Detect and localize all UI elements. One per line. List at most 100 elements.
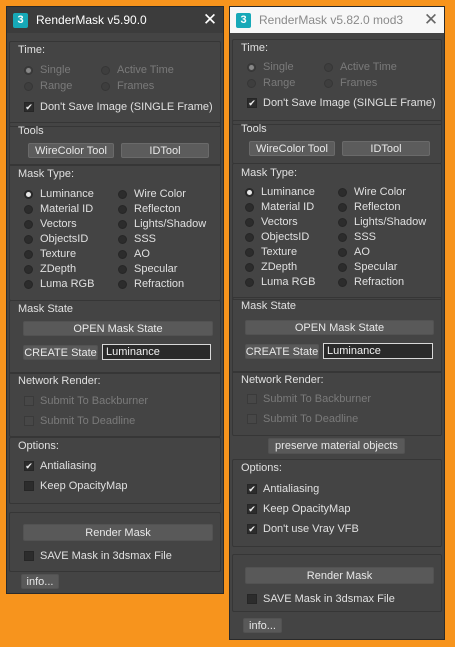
options-group: Options: ✔ Antialiasing Keep OpacityMap — [9, 437, 221, 504]
submit-deadline-checkbox[interactable]: Submit To Deadline — [24, 415, 135, 427]
open-mask-state-button[interactable]: OPEN Mask State — [23, 321, 213, 336]
mask-type-radio[interactable]: SSS — [118, 233, 156, 245]
time-frames-label: Frames — [117, 80, 155, 92]
radio-icon — [118, 189, 127, 199]
mask-type-radio[interactable]: ObjectsID — [24, 233, 88, 245]
close-icon[interactable]: ✕ — [197, 7, 223, 33]
mask-type-radio[interactable]: Luma RGB — [245, 276, 315, 288]
mask-type-radio[interactable]: Luminance — [24, 188, 94, 200]
radio-icon — [245, 202, 254, 212]
check-icon: ✔ — [247, 523, 257, 534]
time-frames-radio[interactable]: Frames — [324, 77, 377, 89]
mask-type-radio[interactable]: AO — [118, 248, 150, 260]
time-range-label: Range — [263, 77, 296, 89]
dont-save-image-checkbox[interactable]: ✔ Don't Save Image (SINGLE Frame) — [247, 97, 436, 109]
submit-backburner-label: Submit To Backburner — [263, 393, 372, 405]
mask-state-group: Mask State OPEN Mask State CREATE State … — [9, 300, 221, 374]
keep-opacitymap-label: Keep OpacityMap — [40, 480, 128, 492]
radio-icon — [24, 279, 33, 289]
submit-backburner-checkbox[interactable]: Submit To Backburner — [247, 393, 371, 405]
mask-type-radio[interactable]: Vectors — [24, 218, 77, 230]
dont-use-vray-vfb-checkbox[interactable]: ✔ Don't use Vray VFB — [247, 523, 359, 535]
mask-type-radio[interactable]: ZDepth — [24, 263, 76, 275]
radio-icon — [338, 277, 347, 287]
mask-type-label: Lights/Shadow — [354, 216, 427, 228]
mask-type-radio[interactable]: Reflecton — [118, 203, 180, 215]
mask-type-radio[interactable]: AO — [338, 246, 370, 258]
mask-type-radio[interactable]: Vectors — [245, 216, 298, 228]
radio-icon — [101, 65, 110, 75]
submit-backburner-checkbox[interactable]: Submit To Backburner — [24, 395, 148, 407]
close-icon[interactable]: ✕ — [418, 7, 444, 33]
time-range-radio[interactable]: Range — [247, 77, 295, 89]
mask-type-radio[interactable]: Texture — [245, 246, 297, 258]
time-range-radio[interactable]: Range — [24, 80, 72, 92]
time-active-radio[interactable]: Active Time — [101, 64, 174, 76]
tools-label: Tools — [18, 125, 44, 137]
submit-deadline-label: Submit To Deadline — [263, 413, 359, 425]
mask-type-radio[interactable]: Luminance — [245, 186, 315, 198]
title-bar[interactable]: 3 RenderMask v5.82.0 mod3 ✕ — [230, 7, 444, 33]
submit-deadline-checkbox[interactable]: Submit To Deadline — [247, 413, 358, 425]
antialiasing-checkbox[interactable]: ✔ Antialiasing — [247, 483, 319, 495]
keep-opacitymap-checkbox[interactable]: Keep OpacityMap — [24, 480, 127, 492]
render-mask-button[interactable]: Render Mask — [23, 524, 213, 541]
wirecolor-tool-button[interactable]: WireColor Tool — [249, 141, 335, 156]
check-icon: ✔ — [247, 483, 257, 494]
mask-state-label: Mask State — [241, 300, 297, 312]
time-single-radio[interactable]: Single — [24, 64, 71, 76]
mask-type-radio[interactable]: Refraction — [118, 278, 184, 290]
save-mask-checkbox[interactable]: SAVE Mask in 3dsmax File — [247, 593, 395, 605]
id-tool-button[interactable]: IDTool — [342, 141, 430, 156]
keep-opacitymap-label: Keep OpacityMap — [263, 503, 351, 515]
create-state-button[interactable]: CREATE State — [245, 344, 319, 359]
mask-type-label: Wire Color — [134, 188, 186, 200]
antialiasing-label: Antialiasing — [40, 460, 97, 472]
mask-type-radio[interactable]: Specular — [118, 263, 177, 275]
time-frames-label: Frames — [340, 77, 378, 89]
title-bar[interactable]: 3 RenderMask v5.90.0 ✕ — [7, 7, 223, 33]
render-mask-button[interactable]: Render Mask — [245, 567, 434, 584]
id-tool-button[interactable]: IDTool — [121, 143, 209, 158]
mask-type-label: Mask Type: — [18, 168, 75, 180]
mask-type-radio[interactable]: ObjectsID — [245, 231, 309, 243]
mask-type-label: ObjectsID — [40, 233, 89, 245]
info-button[interactable]: info... — [21, 574, 59, 589]
state-name-input[interactable]: Luminance — [323, 343, 433, 359]
tools-group: Tools WireColor Tool IDTool — [9, 122, 221, 166]
time-single-radio[interactable]: Single — [247, 61, 294, 73]
mask-type-radio[interactable]: Lights/Shadow — [118, 218, 206, 230]
save-mask-checkbox[interactable]: SAVE Mask in 3dsmax File — [24, 550, 172, 562]
time-single-label: Single — [40, 64, 71, 76]
mask-type-radio[interactable]: Wire Color — [118, 188, 186, 200]
radio-icon — [24, 65, 33, 75]
mask-type-radio[interactable]: Material ID — [24, 203, 93, 215]
mask-type-radio[interactable]: ZDepth — [245, 261, 297, 273]
keep-opacitymap-checkbox[interactable]: ✔ Keep OpacityMap — [247, 503, 350, 515]
radio-icon — [24, 264, 33, 274]
mask-type-group: Mask Type: Luminance Material ID Vectors Ob… — [9, 164, 221, 301]
mask-type-radio[interactable]: Luma RGB — [24, 278, 94, 290]
mask-type-radio[interactable]: Wire Color — [338, 186, 406, 198]
mask-type-radio[interactable]: Reflecton — [338, 201, 400, 213]
radio-icon — [24, 234, 33, 244]
time-active-radio[interactable]: Active Time — [324, 61, 397, 73]
mask-type-radio[interactable]: Material ID — [245, 201, 314, 213]
dont-save-image-checkbox[interactable]: ✔ Don't Save Image (SINGLE Frame) — [24, 101, 213, 113]
mask-type-radio[interactable]: SSS — [338, 231, 376, 243]
create-state-button[interactable]: CREATE State — [23, 345, 98, 360]
mask-type-radio[interactable]: Lights/Shadow — [338, 216, 426, 228]
network-render-label: Network Render: — [241, 374, 324, 386]
mask-type-radio[interactable]: Specular — [338, 261, 397, 273]
open-mask-state-button[interactable]: OPEN Mask State — [245, 320, 434, 335]
antialiasing-checkbox[interactable]: ✔ Antialiasing — [24, 460, 96, 472]
mask-type-radio[interactable]: Texture — [24, 248, 76, 260]
radio-icon — [324, 62, 333, 72]
time-label: Time: — [18, 44, 46, 56]
time-frames-radio[interactable]: Frames — [101, 80, 154, 92]
state-name-input[interactable]: Luminance — [102, 344, 211, 360]
info-button[interactable]: info... — [243, 618, 282, 633]
wirecolor-tool-button[interactable]: WireColor Tool — [28, 143, 114, 158]
mask-type-radio[interactable]: Refraction — [338, 276, 404, 288]
preserve-material-objects-button[interactable]: preserve material objects — [268, 438, 405, 454]
